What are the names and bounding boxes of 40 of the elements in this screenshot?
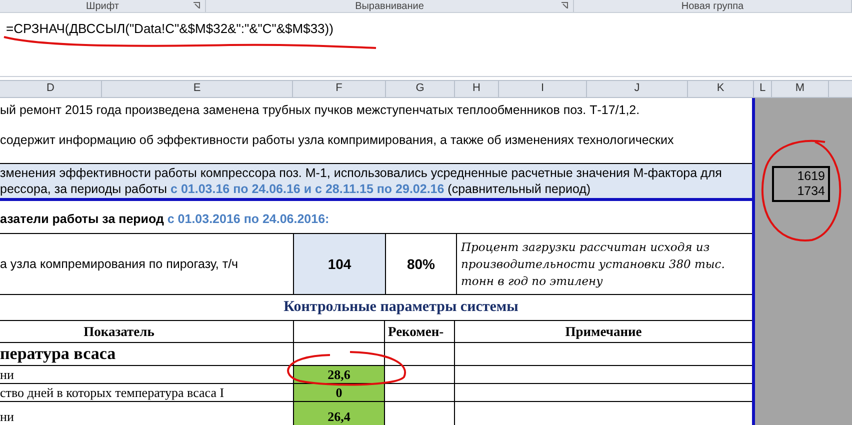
column-heading: Примечание bbox=[565, 324, 642, 340]
column-header[interactable]: F bbox=[293, 81, 386, 97]
cell-text: ый ремонт 2015 года произведена заменена трубных пучков межступенчатых теплообменников поз. Т-17/1,2. bbox=[0, 102, 640, 116]
value-cell: 26,4 bbox=[293, 402, 384, 425]
ribbon-group-label: Шрифт bbox=[86, 0, 119, 12]
column-header[interactable]: L bbox=[754, 81, 772, 97]
ribbon-group-label: Новая группа bbox=[681, 0, 744, 12]
table-title: Контрольные параметры системы bbox=[284, 299, 518, 316]
column-header[interactable]: H bbox=[455, 81, 499, 97]
note-text: Процент загрузки рассчитан исходя из производительности установки 380 тыс. тонн в год по этилену bbox=[461, 238, 726, 290]
cell-text: а узла компремирования по пирогазу, т/ч bbox=[0, 257, 238, 271]
formula-text: =СРЗНАЧ(ДВССЫЛ("Data!C"&$M$32&":"&"C"&$M$33)) bbox=[6, 21, 334, 36]
cell-text: 1619 bbox=[796, 169, 825, 184]
column-header[interactable]: K bbox=[688, 81, 754, 97]
column-header[interactable]: I bbox=[499, 81, 587, 97]
cell-text: ство дней в которых температура всаса I bbox=[0, 384, 224, 400]
value-cell: 28,6 bbox=[293, 366, 384, 383]
cell-text: 1734 bbox=[796, 184, 825, 199]
section-title: пература всаса bbox=[0, 344, 116, 364]
column-header[interactable]: J bbox=[587, 81, 688, 97]
value-cell: 0 bbox=[293, 384, 384, 401]
selected-cells[interactable]: 1619 1734 bbox=[772, 166, 830, 202]
dialog-launcher-icon[interactable] bbox=[193, 2, 200, 9]
cell-text: зменения эффективности работы компрессора поз. М-1, использовались усредненные расчетные значения М-фактора для bbox=[0, 165, 722, 181]
percent-cell: 80% bbox=[385, 234, 456, 294]
dialog-launcher-icon[interactable] bbox=[561, 2, 568, 9]
ribbon-group-label: Выравнивание bbox=[355, 0, 424, 12]
column-heading: Показатель bbox=[84, 324, 154, 340]
column-heading: Рекомен- bbox=[388, 324, 444, 340]
column-header[interactable]: D bbox=[0, 81, 102, 97]
cell-text: содержит информацию об эффективности работы узла компримирования, а также об изменениях технологических bbox=[0, 133, 674, 147]
column-header[interactable]: E bbox=[102, 81, 293, 97]
formula-bar[interactable]: =СРЗНАЧ(ДВССЫЛ("Data!C"&$M$32&":"&"C"&$M$33)) bbox=[0, 13, 852, 77]
cell-text: рессора, за периоды работы с 01.03.16 по 24.06.16 и с 28.11.15 по 29.02.16 (сравнительный период) bbox=[0, 181, 591, 197]
cell-text: ни bbox=[0, 366, 14, 382]
column-header[interactable]: M bbox=[772, 81, 829, 97]
cell-text: ни bbox=[0, 408, 14, 424]
period-heading: азатели работы за период с 01.03.2016 по 24.06.2016: bbox=[0, 212, 330, 226]
column-header[interactable]: G bbox=[386, 81, 455, 97]
value-cell: 104 bbox=[293, 234, 385, 294]
